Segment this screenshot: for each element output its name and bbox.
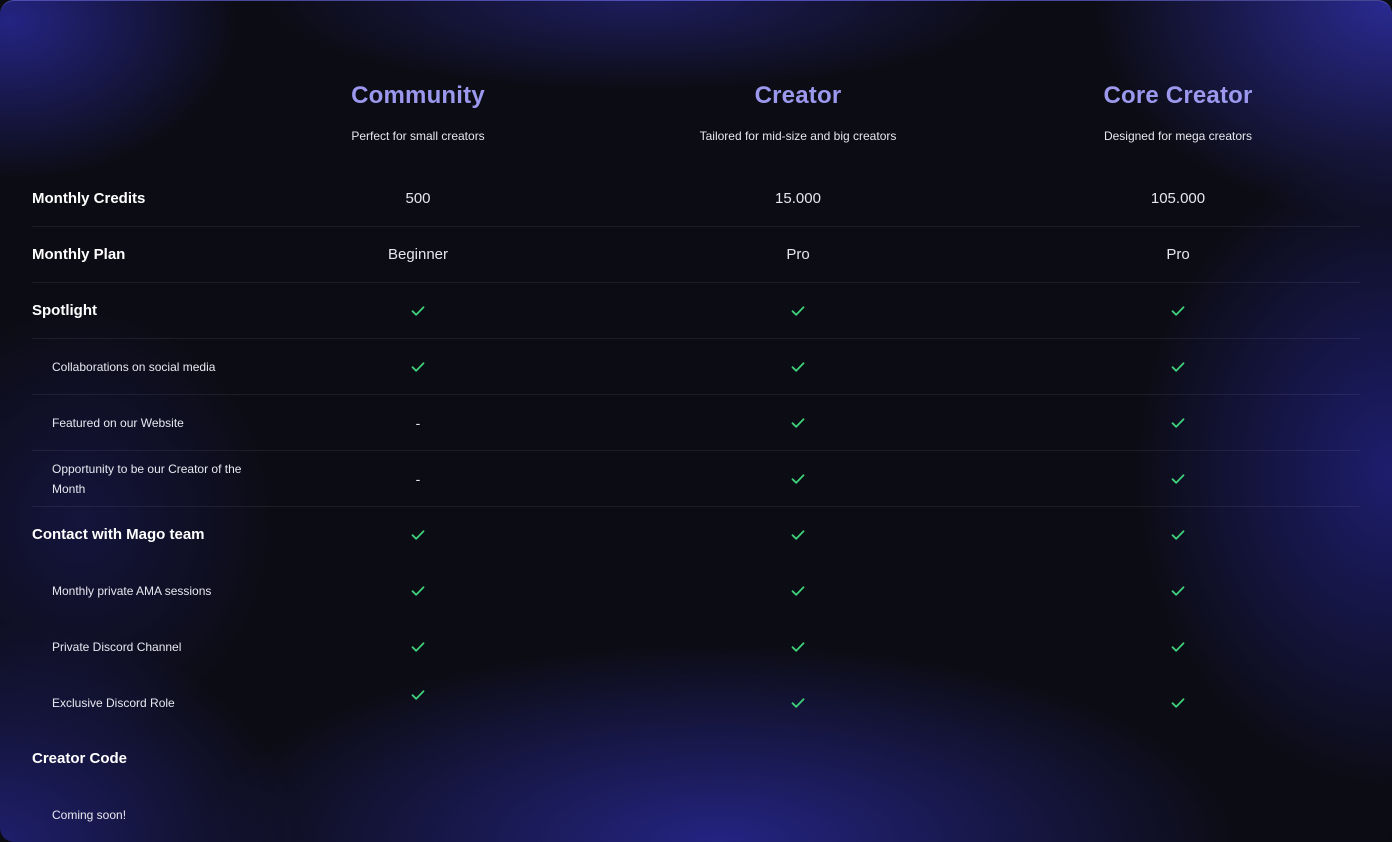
value-core-creator: 105.000 bbox=[1150, 190, 1206, 207]
plan-description: Perfect for small creators bbox=[351, 129, 485, 143]
row-label: Featured on our Website bbox=[52, 415, 184, 430]
row-label: Monthly private AMA sessions bbox=[52, 583, 212, 598]
check-icon bbox=[318, 507, 518, 562]
row-label: Monthly Plan bbox=[32, 246, 126, 263]
check-icon bbox=[698, 395, 898, 450]
check-icon bbox=[698, 339, 898, 394]
check-icon bbox=[318, 283, 518, 338]
value-community: 500 bbox=[405, 190, 431, 207]
value-creator: Pro bbox=[786, 246, 810, 263]
plan-name: Core Creator bbox=[1103, 82, 1253, 109]
row-label: Spotlight bbox=[32, 302, 97, 319]
check-icon bbox=[1078, 395, 1278, 450]
check-icon bbox=[698, 619, 898, 674]
check-icon bbox=[1078, 619, 1278, 674]
row-discord-role: Exclusive Discord Role bbox=[32, 675, 1360, 730]
value-core-creator: Pro bbox=[1166, 246, 1190, 263]
check-icon bbox=[1078, 563, 1278, 618]
row-label: Coming soon! bbox=[52, 807, 127, 822]
check-icon bbox=[318, 563, 518, 618]
plan-description: Tailored for mid-size and big creators bbox=[699, 129, 897, 143]
row-collaborations: Collaborations on social media bbox=[32, 339, 1360, 395]
check-icon bbox=[1078, 339, 1278, 394]
plan-name: Creator bbox=[754, 82, 842, 109]
row-label: Contact with Mago team bbox=[32, 526, 205, 543]
plan-header-core-creator: Core Creator Designed for mega creators bbox=[988, 79, 1368, 144]
row-label: Creator Code bbox=[32, 750, 128, 767]
value-creator: 15.000 bbox=[775, 190, 821, 207]
row-featured-website: Featured on our Website - bbox=[32, 395, 1360, 451]
row-coming-soon: Coming soon! bbox=[32, 787, 1360, 842]
value-community: - bbox=[415, 470, 421, 487]
check-icon bbox=[698, 283, 898, 338]
check-icon bbox=[318, 619, 518, 674]
check-icon bbox=[698, 507, 898, 562]
check-icon bbox=[318, 675, 518, 730]
row-creator-code: Creator Code bbox=[32, 731, 1360, 786]
plan-header-creator: Creator Tailored for mid-size and big cr… bbox=[608, 79, 988, 144]
value-community: Beginner bbox=[387, 246, 449, 263]
check-icon bbox=[698, 451, 898, 506]
row-monthly-credits: Monthly Credits 500 15.000 105.000 bbox=[32, 171, 1360, 227]
check-icon bbox=[698, 563, 898, 618]
row-ama-sessions: Monthly private AMA sessions bbox=[32, 563, 1360, 618]
check-icon bbox=[318, 339, 518, 394]
row-discord-channel: Private Discord Channel bbox=[32, 619, 1360, 674]
plan-name: Community bbox=[351, 82, 485, 109]
row-label: Exclusive Discord Role bbox=[52, 695, 175, 710]
check-icon bbox=[698, 675, 898, 730]
check-icon bbox=[1078, 675, 1278, 730]
check-icon bbox=[1078, 283, 1278, 338]
row-spotlight: Spotlight bbox=[32, 283, 1360, 339]
row-label: Opportunity to be our Creator of the Mon… bbox=[52, 461, 242, 496]
plan-header-community: Community Perfect for small creators bbox=[228, 79, 608, 144]
row-label: Collaborations on social media bbox=[52, 359, 216, 374]
row-contact-team: Contact with Mago team bbox=[32, 507, 1360, 562]
pricing-comparison-panel: Community Perfect for small creators Cre… bbox=[0, 0, 1392, 842]
check-icon bbox=[1078, 451, 1278, 506]
row-label: Private Discord Channel bbox=[52, 639, 182, 654]
row-label: Monthly Credits bbox=[32, 190, 146, 207]
row-creator-of-month: Opportunity to be our Creator of the Mon… bbox=[32, 451, 1360, 507]
row-monthly-plan: Monthly Plan Beginner Pro Pro bbox=[32, 227, 1360, 283]
plan-description: Designed for mega creators bbox=[1103, 129, 1253, 143]
value-community: - bbox=[415, 414, 421, 431]
check-icon bbox=[1078, 507, 1278, 562]
